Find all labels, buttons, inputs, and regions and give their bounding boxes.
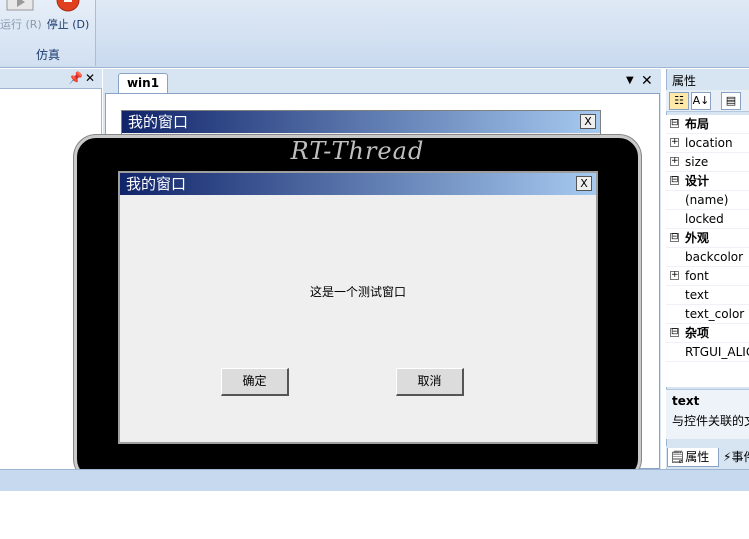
preview-message: 这是一个测试窗口	[309, 285, 406, 299]
property-label: (name)	[685, 193, 729, 207]
ribbon-group-label: 仿真	[35, 48, 60, 62]
property-row[interactable]: text	[666, 286, 749, 305]
property-label: size	[685, 155, 709, 169]
tab-win1[interactable]: win1	[118, 73, 168, 93]
design-window-close-button[interactable]: X	[580, 114, 596, 129]
pin-icon[interactable]: 📌	[68, 71, 83, 85]
property-category[interactable]: ⊟ 设计	[666, 172, 749, 191]
preview-window[interactable]: 我的窗口 X 这是一个测试窗口 确定 取消	[118, 171, 598, 444]
stop-button[interactable]: 停止 (D)	[44, 0, 92, 38]
preview-window-title: 我的窗口	[120, 173, 596, 195]
ribbon-group-simulation: 运行 (R) 停止 (D) 仿真	[0, 0, 96, 66]
expand-icon[interactable]: +	[670, 138, 679, 147]
expand-icon[interactable]: +	[670, 157, 679, 166]
collapse-icon[interactable]: ⊟	[670, 176, 679, 185]
property-row[interactable]: locked	[666, 210, 749, 229]
property-label: locked	[685, 212, 724, 226]
design-window-title: 我的窗口	[122, 111, 600, 133]
property-row[interactable]: backcolor	[666, 248, 749, 267]
bottom-bar	[0, 469, 749, 491]
properties-tab-icon: 🗒	[670, 450, 686, 464]
collapse-icon[interactable]: ⊟	[670, 328, 679, 337]
run-icon	[6, 0, 34, 11]
preview-window-close-button[interactable]: X	[576, 176, 592, 191]
cancel-button[interactable]: 取消	[396, 368, 464, 396]
property-category[interactable]: ⊟ 外观	[666, 229, 749, 248]
property-category[interactable]: ⊟ 杂项	[666, 324, 749, 343]
property-label: location	[685, 136, 733, 150]
property-row[interactable]: + font	[666, 267, 749, 286]
property-row[interactable]: (name)	[666, 191, 749, 210]
tab-events[interactable]: ⚡事件	[721, 448, 749, 467]
property-row[interactable]: + size	[666, 153, 749, 172]
property-label: backcolor	[685, 250, 744, 264]
tab-properties[interactable]: 🗒属性	[667, 448, 719, 467]
property-category[interactable]: ⊟ 布局	[666, 115, 749, 134]
property-label: 布局	[685, 117, 710, 131]
property-tabs: 🗒属性 ⚡事件	[666, 446, 749, 468]
description-text: 与控件关联的文本	[672, 414, 749, 428]
collapse-icon[interactable]: ⊟	[670, 233, 679, 242]
property-label: font	[685, 269, 709, 283]
property-label: 设计	[685, 174, 710, 188]
expand-icon[interactable]: +	[670, 271, 679, 280]
property-row[interactable]: RTGUI_ALIGN	[666, 343, 749, 362]
left-pane-header: 📌 ✕	[0, 69, 102, 89]
property-label: 外观	[685, 231, 710, 245]
run-button[interactable]: 运行 (R)	[0, 0, 42, 38]
properties-tab-label: 属性	[685, 450, 710, 464]
property-grid: ⊟ 布局 + location + size ⊟ 设计 (name) locked ⊟ 外观 backc…	[666, 115, 749, 387]
property-label: text_color	[685, 307, 745, 321]
device-brand-logo: RT-Thread	[290, 137, 425, 165]
categorized-icon[interactable]: ☷	[669, 92, 689, 110]
close-document-icon[interactable]: ✕	[641, 73, 653, 89]
property-label: text	[685, 288, 709, 302]
collapse-icon[interactable]: ⊟	[670, 119, 679, 128]
ok-button[interactable]: 确定	[221, 368, 289, 396]
run-button-label: 运行 (R)	[0, 18, 42, 31]
ribbon	[0, 0, 749, 68]
close-icon[interactable]: ✕	[85, 71, 95, 85]
events-tab-label: 事件	[731, 450, 749, 464]
property-pages-icon[interactable]: ▤	[721, 92, 741, 110]
property-row[interactable]: text_color	[666, 305, 749, 324]
property-description: text 与控件关联的文本	[666, 389, 749, 439]
stop-icon	[56, 0, 80, 12]
property-panel-title: 属性	[672, 74, 697, 88]
property-label: 杂项	[685, 326, 710, 340]
property-label: RTGUI_ALIGN	[685, 345, 749, 359]
tab-menu-icon[interactable]: ▼	[626, 75, 634, 86]
property-row[interactable]: + location	[666, 134, 749, 153]
property-toolbar: ☷ A↓ ▤	[666, 90, 749, 112]
sort-alpha-icon[interactable]: A↓	[691, 92, 711, 110]
description-title: text	[672, 394, 700, 408]
stop-button-label: 停止 (D)	[46, 18, 90, 31]
